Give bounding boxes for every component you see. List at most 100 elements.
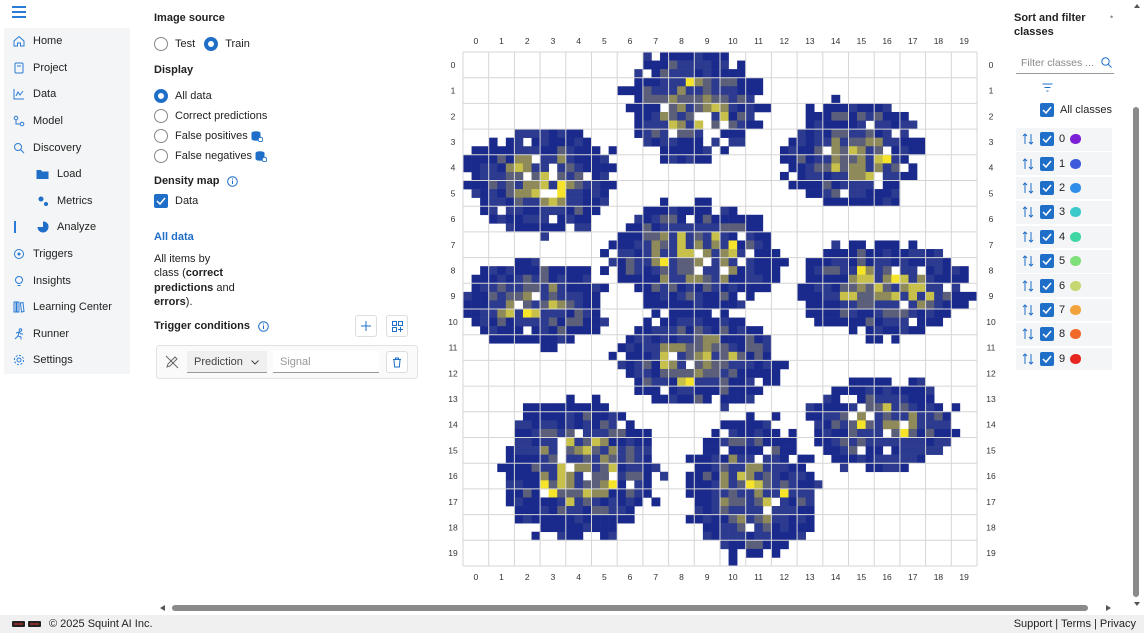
sidebar-item-runner[interactable]: Runner — [4, 320, 130, 348]
density-cell — [505, 446, 515, 455]
density-cell — [514, 497, 524, 507]
hamburger-menu-icon[interactable] — [12, 6, 26, 18]
radio-correct-predictions[interactable]: Correct predictions — [154, 109, 267, 123]
filter-icon[interactable] — [1042, 83, 1053, 92]
sidebar-item-home[interactable]: Home — [4, 28, 130, 55]
edit-off-icon[interactable] — [165, 355, 179, 369]
density-cell — [754, 471, 764, 481]
density-cell — [831, 163, 841, 173]
radio-train[interactable]: Train — [204, 37, 250, 51]
delete-condition-button[interactable] — [386, 351, 408, 373]
add-condition-button[interactable] — [355, 315, 377, 337]
sidebar-item-data[interactable]: Data — [4, 81, 130, 108]
radio-fn-indicator[interactable] — [154, 149, 168, 163]
sort-icon[interactable] — [1022, 353, 1034, 365]
density-cell — [617, 266, 627, 276]
class-checkbox[interactable] — [1040, 229, 1054, 244]
radio-all-data-indicator[interactable] — [154, 89, 168, 103]
sidebar-item-discovery[interactable]: Discovery — [4, 134, 130, 161]
sidebar-item-metrics[interactable]: Metrics — [4, 187, 130, 215]
sidebar-item-analyze[interactable]: Analyze — [4, 214, 130, 241]
class-row-0[interactable]: 0 — [1016, 128, 1112, 151]
class-filter-title: Sort and filter — [1014, 12, 1086, 24]
class-row-4[interactable]: 4 — [1016, 225, 1112, 249]
sort-icon[interactable] — [1022, 133, 1034, 145]
sort-icon[interactable] — [1022, 304, 1034, 316]
y-tick-label-right: 8 — [989, 265, 994, 275]
density-cell — [677, 283, 687, 293]
class-checkbox[interactable] — [1040, 156, 1054, 171]
signal-input[interactable]: Signal — [273, 351, 379, 373]
class-row-8[interactable]: 8 — [1016, 323, 1112, 346]
sort-icon[interactable] — [1022, 182, 1034, 194]
sort-icon[interactable] — [1022, 279, 1034, 292]
density-cell — [805, 103, 815, 113]
class-row-1[interactable]: 1 — [1016, 152, 1112, 175]
sidebar-item-load[interactable]: Load — [4, 160, 130, 188]
class-row-2[interactable]: 2 — [1016, 176, 1112, 200]
density-cell — [788, 428, 798, 438]
sort-icon[interactable] — [1022, 157, 1034, 170]
prediction-select[interactable]: Prediction — [187, 351, 267, 373]
radio-train-indicator[interactable] — [204, 37, 219, 51]
radio-false-positives[interactable]: False positives — [154, 129, 263, 143]
density-cell — [642, 206, 652, 216]
radio-false-negatives[interactable]: False negatives — [154, 149, 268, 163]
info-icon[interactable] — [258, 320, 269, 332]
density-cell — [617, 274, 627, 284]
radio-test-indicator[interactable] — [154, 37, 168, 51]
sort-icon[interactable] — [1022, 206, 1034, 219]
sidebar-item-learning-center[interactable]: Learning Center — [4, 293, 130, 321]
sort-icon[interactable] — [1022, 328, 1034, 341]
filter-classes-input[interactable]: Filter classes ... — [1016, 52, 1114, 74]
sidebar-item-model[interactable]: Model — [4, 107, 130, 135]
density-data-checkbox[interactable]: Data — [154, 194, 198, 208]
class-row-7[interactable]: 7 — [1016, 298, 1112, 322]
search-icon[interactable] — [1101, 57, 1112, 68]
class-checkbox[interactable] — [1040, 254, 1054, 269]
footer-links[interactable]: Support | Terms | Privacy — [1014, 618, 1136, 630]
density-heatmap-chart[interactable]: 0011223344556677889910101111121213131414… — [440, 30, 1000, 590]
all-classes-checkbox[interactable]: All classes — [1040, 103, 1112, 117]
class-row-6[interactable]: 6 — [1016, 274, 1112, 297]
add-group-button[interactable] — [386, 315, 408, 337]
checkbox-checked[interactable] — [1040, 103, 1054, 117]
radio-all-data[interactable]: All data — [154, 89, 212, 103]
density-cell — [565, 291, 575, 301]
class-row-5[interactable]: 5 — [1016, 250, 1112, 273]
class-row-3[interactable]: 3 — [1016, 201, 1112, 224]
density-cell — [471, 283, 481, 293]
class-checkbox[interactable] — [1040, 327, 1054, 342]
sidebar-item-insights[interactable]: Insights — [4, 267, 130, 294]
density-cell — [857, 428, 866, 438]
sidebar-item-project[interactable]: Project — [4, 54, 130, 82]
density-cell — [720, 540, 729, 550]
sort-icon[interactable] — [1022, 231, 1034, 243]
horizontal-scrollbar[interactable] — [160, 603, 1115, 611]
radio-correct-indicator[interactable] — [154, 109, 168, 123]
class-checkbox[interactable] — [1040, 181, 1054, 196]
density-cell — [565, 480, 575, 490]
class-checkbox[interactable] — [1040, 132, 1054, 147]
class-row-9[interactable]: 9 — [1016, 347, 1112, 371]
radio-test[interactable]: Test — [154, 37, 195, 51]
y-tick-label-left: 18 — [448, 522, 458, 532]
x-tick-label-bottom: 13 — [805, 572, 815, 582]
sort-icon[interactable] — [1022, 255, 1034, 267]
radio-fp-indicator[interactable] — [154, 129, 168, 143]
checkbox-checked[interactable] — [154, 194, 168, 208]
sidebar-item-triggers[interactable]: Triggers — [4, 240, 130, 268]
collapse-dot-icon[interactable]: • — [1110, 12, 1114, 22]
density-cell — [677, 94, 687, 104]
class-checkbox[interactable] — [1040, 303, 1054, 318]
sidebar-item-settings[interactable]: Settings — [4, 347, 130, 374]
class-checkbox[interactable] — [1040, 205, 1054, 220]
density-cell — [762, 437, 772, 447]
class-checkbox[interactable] — [1040, 351, 1054, 366]
density-cell — [625, 351, 635, 361]
class-checkbox[interactable] — [1040, 278, 1054, 293]
info-icon[interactable] — [227, 175, 239, 187]
density-cell — [848, 249, 858, 258]
density-cell — [548, 514, 558, 524]
vertical-scrollbar[interactable] — [1130, 0, 1144, 612]
